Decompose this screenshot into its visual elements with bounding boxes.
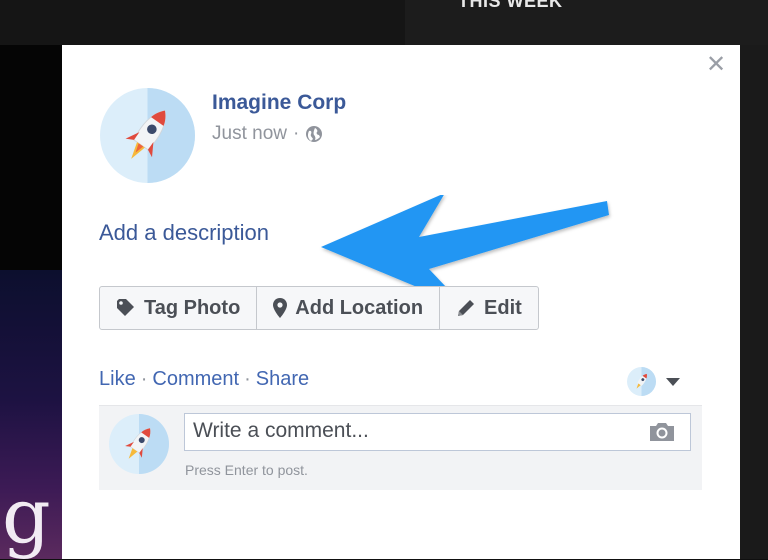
chevron-down-icon [666,377,680,386]
comment-hint: Press Enter to post. [185,462,308,478]
post-meta: Just now · [212,123,323,145]
rocket-icon [125,414,169,474]
action-separator: · [244,368,251,390]
meta-separator: · [292,123,300,144]
add-location-label: Add Location [295,296,424,319]
tag-icon [117,299,134,316]
add-description-link[interactable]: Add a description [99,220,269,246]
background-right-panel [740,45,768,559]
rocket-icon [636,367,656,396]
edit-button[interactable]: Edit [440,287,538,329]
author-name[interactable]: Imagine Corp [212,91,346,115]
camera-icon[interactable] [648,422,676,447]
avatar [627,367,656,396]
like-link[interactable]: Like [99,368,136,390]
rocket-icon [125,88,195,183]
background-heading: THIS WEEK [458,0,563,11]
edit-label: Edit [484,296,522,319]
comment-composer: Press Enter to post. [99,405,702,490]
add-location-button[interactable]: Add Location [257,287,441,329]
comment-input[interactable] [185,414,641,448]
globe-icon[interactable] [305,125,323,143]
comment-link[interactable]: Comment [152,368,239,390]
location-pin-icon [273,298,288,318]
timestamp[interactable]: Just now [212,123,287,145]
close-icon[interactable]: ✕ [704,53,728,77]
post-actions: Like · Comment · Share [99,368,309,391]
comment-field [184,413,691,451]
photo-toolbar: Tag Photo Add Location Edit [99,286,539,330]
photo-post-dialog: ✕ Imagine Corp Just now · Add a descript… [62,45,740,559]
tag-photo-button[interactable]: Tag Photo [100,287,258,329]
pencil-icon [458,300,475,316]
avatar[interactable] [100,88,195,183]
avatar [109,414,169,474]
action-separator: · [140,368,148,390]
background-letter: g [2,471,51,560]
share-link[interactable]: Share [256,368,309,390]
tag-photo-label: Tag Photo [144,296,241,319]
post-as-selector[interactable] [627,367,680,396]
